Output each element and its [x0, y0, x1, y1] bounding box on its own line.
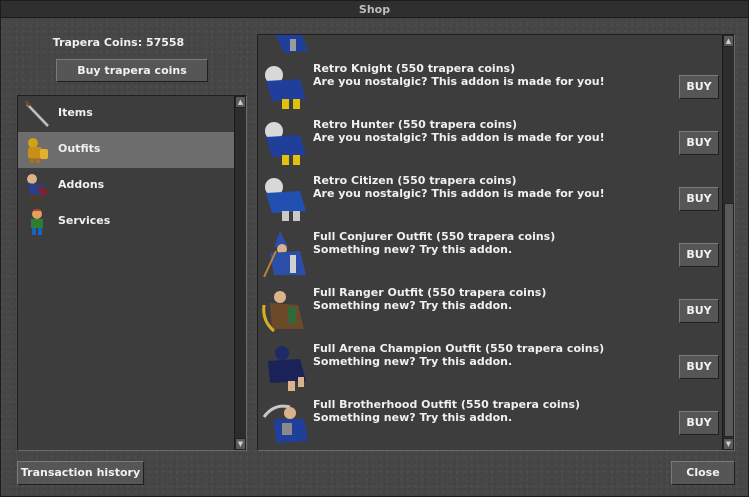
offer-title: Full Conjurer Outfit (550 trapera coins) — [313, 230, 556, 243]
retro-citizen-sprite — [265, 178, 306, 221]
partial-offer-sprite — [276, 35, 308, 53]
offer-row-brotherhood: Full Brotherhood Outfit (550 trapera coi… — [258, 395, 723, 450]
buy-button[interactable]: BUY — [679, 131, 719, 155]
buy-button[interactable]: BUY — [679, 355, 719, 379]
offer-title: Full Arena Champion Outfit (550 trapera … — [313, 342, 605, 355]
offer-description: Something new? Try this addon. — [313, 243, 513, 256]
offer-title: Retro Knight (550 trapera coins) — [313, 62, 516, 75]
category-addons[interactable]: Addons — [18, 168, 234, 204]
offer-row-conjurer: Full Conjurer Outfit (550 trapera coins)… — [258, 227, 723, 283]
category-scrollbar[interactable]: ▲ ▼ — [234, 96, 246, 450]
ranger-outfit-sprite — [262, 291, 304, 333]
buy-button[interactable]: BUY — [679, 299, 719, 323]
offer-scroll-up-icon[interactable]: ▲ — [723, 35, 734, 47]
buy-button[interactable]: BUY — [679, 75, 719, 99]
category-list: Items Outfits Addons Services ▲ ▼ — [17, 95, 247, 451]
offer-row-retro-hunter: Retro Hunter (550 trapera coins) Are you… — [258, 115, 723, 171]
brotherhood-outfit-sprite — [262, 404, 308, 443]
offer-description: Are you nostalgic? This addon is made fo… — [313, 75, 605, 88]
category-label-services: Services — [58, 214, 111, 227]
retro-knight-sprite — [265, 66, 306, 109]
category-scroll-up-icon[interactable]: ▲ — [235, 96, 246, 108]
transaction-history-button[interactable]: Transaction history — [17, 461, 144, 485]
buy-button[interactable]: BUY — [679, 411, 719, 435]
conjurer-outfit-sprite — [263, 231, 306, 278]
offer-description: Something new? Try this addon. — [313, 299, 513, 312]
offer-scroll-thumb[interactable] — [724, 203, 734, 437]
category-outfits[interactable]: Outfits — [18, 132, 234, 168]
offer-row-retro-knight: Retro Knight (550 trapera coins) Are you… — [258, 59, 723, 115]
category-services[interactable]: Services — [18, 204, 234, 240]
addon-outfit-icon — [27, 174, 48, 199]
offer-description: Are you nostalgic? This addon is made fo… — [313, 187, 605, 200]
window-title: Shop — [1, 1, 748, 18]
offer-scrollbar[interactable]: ▲ ▼ — [722, 35, 734, 450]
category-label-items: Items — [58, 106, 93, 119]
offer-title: Retro Hunter (550 trapera coins) — [313, 118, 518, 131]
offer-description: Are you nostalgic? This addon is made fo… — [313, 131, 605, 144]
category-label-outfits: Outfits — [58, 142, 101, 155]
buy-button[interactable]: BUY — [679, 243, 719, 267]
close-button[interactable]: Close — [671, 461, 735, 485]
offer-title: Full Ranger Outfit (550 trapera coins) — [313, 286, 547, 299]
offer-scroll-down-icon[interactable]: ▼ — [723, 438, 734, 450]
offer-row-arena-champion: Full Arena Champion Outfit (550 trapera … — [258, 339, 723, 395]
offer-description: Something new? Try this addon. — [313, 411, 513, 424]
offer-title: Retro Citizen (550 trapera coins) — [313, 174, 517, 187]
coin-balance: Trapera Coins: 57558 — [52, 36, 185, 49]
offer-list: Retro Knight (550 trapera coins) Are you… — [257, 34, 735, 451]
category-scroll-down-icon[interactable]: ▼ — [235, 438, 246, 450]
offer-row-retro-citizen: Retro Citizen (550 trapera coins) Are yo… — [258, 171, 723, 227]
buy-coins-button[interactable]: Buy trapera coins — [56, 59, 208, 82]
buy-button[interactable]: BUY — [679, 187, 719, 211]
character-icon — [31, 209, 43, 235]
retro-hunter-sprite — [265, 122, 306, 165]
category-items[interactable]: Items — [18, 96, 234, 132]
golden-armor-icon — [28, 138, 48, 163]
sword-icon — [24, 100, 50, 128]
offer-description: Something new? Try this addon. — [313, 355, 513, 368]
shop-window: Shop Trapera Coins: 57558 Buy trapera co… — [0, 0, 749, 497]
arena-champion-sprite — [268, 346, 306, 391]
offer-title: Full Brotherhood Outfit (550 trapera coi… — [313, 398, 581, 411]
offer-row-ranger: Full Ranger Outfit (550 trapera coins) S… — [258, 283, 723, 339]
category-label-addons: Addons — [58, 178, 105, 191]
